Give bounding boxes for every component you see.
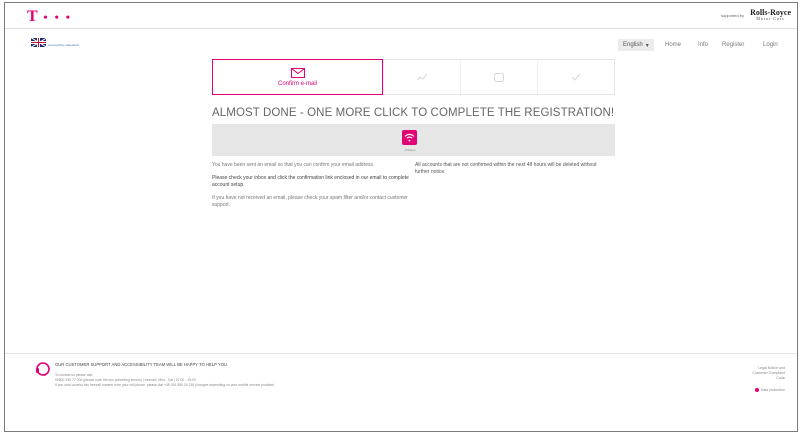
wifi-tile (402, 130, 417, 145)
device-icon (494, 72, 504, 82)
checkmark-icon (571, 73, 581, 81)
step-4 (537, 60, 614, 94)
info-text-48h: All accounts that are not confirmed with… (415, 162, 597, 175)
data-protection-link[interactable]: Data protection (754, 388, 785, 392)
info-text-sent: You have been sent an email so that you … (212, 162, 375, 168)
step-3 (460, 60, 537, 94)
nav-info[interactable]: Info (698, 39, 708, 51)
info-text-check-inbox: Please check your inbox and click the co… (212, 175, 409, 188)
footer: OUR CUSTOMER SUPPORT AND ACCESSIBILITY T… (5, 353, 797, 403)
chart-icon (416, 73, 427, 81)
sponsor-label: supported by (720, 13, 745, 18)
nav-home[interactable]: Home (665, 39, 681, 51)
data-protection-label: Data protection (760, 388, 785, 392)
headset-icon (36, 362, 50, 376)
instructions-left: You have been sent an email so that you … (212, 162, 412, 215)
registration-steps: Confirm e-mail (212, 59, 615, 95)
logo-dots: • • • (43, 10, 72, 24)
legal-notice-link[interactable]: Legal Notice and Customer Complaint Code (745, 366, 785, 381)
pin-icon (754, 388, 759, 392)
support-mobile: If you can't access this freecall number… (55, 383, 275, 387)
language-select[interactable]: English ▾ (618, 39, 654, 51)
rolls-royce-logo: Rolls-Royce Motor Cars (750, 9, 791, 21)
support-freecall: 00800 330 77 000 (please note the two pr… (55, 378, 196, 382)
logo-letter: T (27, 8, 39, 25)
sponsor-block: supported by Rolls-Royce Motor Cars (721, 9, 791, 21)
telekom-logo[interactable]: T • • • (27, 8, 72, 26)
step-2 (383, 60, 460, 94)
nav-login[interactable]: Login (763, 39, 778, 51)
browser-page: T • • • supported by Rolls-Royce Motor C… (4, 2, 798, 432)
sponsor-sub: Motor Cars (756, 16, 785, 21)
wifi-icon (404, 134, 415, 142)
hotspot-band: HotSpot (212, 124, 615, 156)
chevron-down-icon: ▾ (645, 42, 649, 49)
instructions-right: All accounts that are not confirmed with… (415, 162, 605, 176)
step-confirm-email: Confirm e-mail (212, 59, 383, 95)
accessibility-link[interactable]: Accessibility adaptation (48, 43, 79, 47)
envelope-icon (290, 67, 305, 78)
uk-flag-icon[interactable] (31, 38, 46, 47)
page-title: ALMOST DONE - ONE MORE CLICK TO COMPLETE… (212, 107, 615, 119)
step-label: Confirm e-mail (277, 80, 317, 87)
hotspot-caption: HotSpot (404, 148, 416, 152)
language-value: English (623, 42, 643, 48)
top-header: T • • • supported by Rolls-Royce Motor C… (5, 3, 797, 29)
support-contact: To contact us please call: (55, 373, 93, 377)
nav-register[interactable]: Register (722, 39, 744, 51)
info-text-spam: If you have not received an email, pleas… (212, 195, 408, 208)
support-title: OUR CUSTOMER SUPPORT AND ACCESSIBILITY T… (55, 362, 227, 367)
